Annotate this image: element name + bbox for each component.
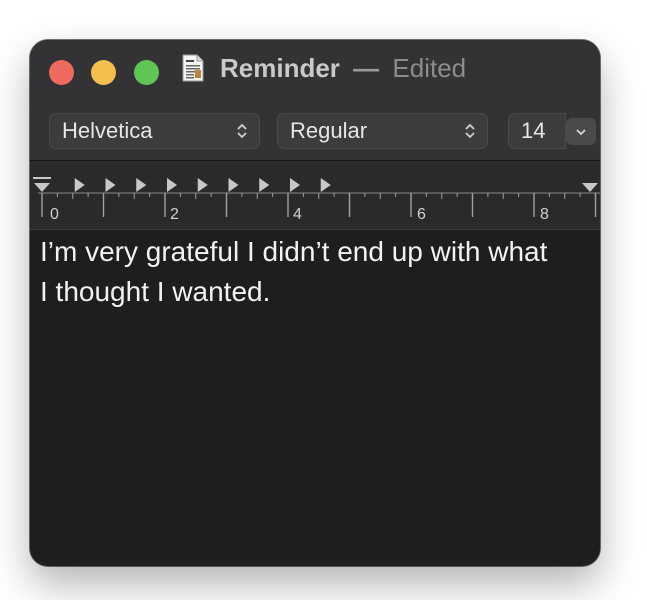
tab-stop-icon[interactable]: [167, 178, 177, 192]
desktop: Reminder — Edited Helvetica Regular 14 0…: [0, 0, 647, 600]
tab-stop-icon[interactable]: [320, 178, 331, 192]
textedit-window: Reminder — Edited Helvetica Regular 14 0…: [30, 40, 600, 566]
document-icon[interactable]: [182, 54, 204, 82]
font-style-value: Regular: [290, 118, 368, 143]
tab-stop-icon[interactable]: [105, 178, 116, 192]
up-down-chevron-icon: [237, 123, 247, 139]
document-name: Reminder: [220, 53, 340, 83]
tab-stop-icon[interactable]: [197, 178, 208, 192]
right-margin-marker-icon[interactable]: [582, 183, 598, 192]
ruler-label-4: 4: [293, 206, 302, 223]
font-size-value: 14: [521, 118, 546, 143]
window-title: Reminder — Edited: [220, 53, 466, 84]
minimize-button[interactable]: [91, 60, 116, 85]
font-family-value: Helvetica: [62, 118, 153, 143]
edited-status: Edited: [392, 53, 467, 83]
ruler-label-8: 8: [540, 206, 549, 223]
title-separator: —: [353, 53, 380, 83]
title-bar: Reminder — Edited Helvetica Regular 14: [30, 40, 600, 161]
font-family-select[interactable]: Helvetica: [49, 113, 260, 149]
tab-stop-icon[interactable]: [136, 178, 147, 192]
close-button[interactable]: [49, 60, 74, 85]
document-body[interactable]: I’m very grateful I didn’t end up with w…: [30, 230, 600, 566]
up-down-chevron-icon: [465, 123, 475, 139]
left-indent-marker-icon[interactable]: [33, 177, 51, 192]
document-text[interactable]: I’m very grateful I didn’t end up with w…: [40, 232, 560, 312]
chevron-down-icon: [576, 129, 586, 136]
ruler[interactable]: 0 2 4 6 8: [30, 161, 600, 230]
ruler-scale: [33, 177, 600, 217]
tab-stop-icon[interactable]: [290, 178, 300, 192]
tab-stop-icon[interactable]: [228, 178, 239, 192]
ruler-label-6: 6: [417, 206, 426, 223]
zoom-button[interactable]: [134, 60, 159, 85]
ruler-label-2: 2: [170, 206, 179, 223]
tab-stop-icon[interactable]: [74, 178, 85, 192]
font-size-field[interactable]: 14: [508, 113, 566, 149]
font-style-select[interactable]: Regular: [277, 113, 488, 149]
ruler-label-0: 0: [50, 206, 59, 223]
font-size-dropdown-button[interactable]: [566, 118, 596, 145]
tab-stop-icon[interactable]: [259, 178, 270, 192]
